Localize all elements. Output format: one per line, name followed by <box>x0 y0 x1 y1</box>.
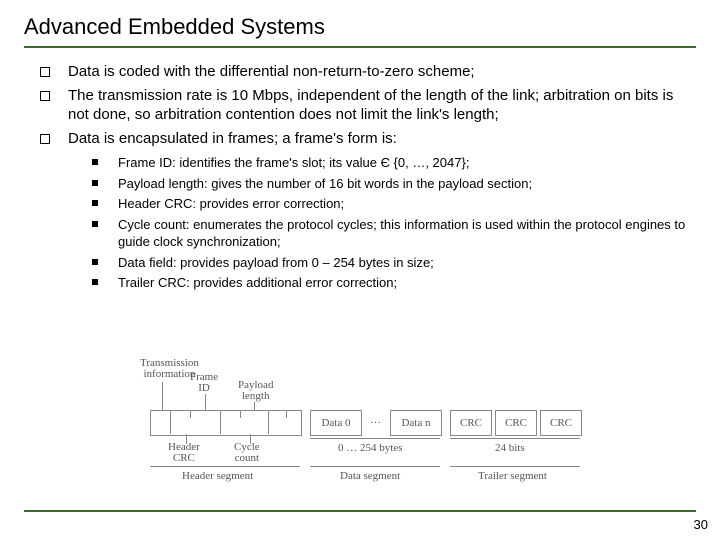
segment-line <box>150 466 300 467</box>
sub-text: Frame ID: identifies the frame's slot; i… <box>118 155 469 170</box>
header-box <box>150 410 302 436</box>
list-item: Data field: provides payload from 0 – 25… <box>92 254 696 272</box>
list-item: The transmission rate is 10 Mbps, indepe… <box>40 86 696 125</box>
cell-data0: Data 0 <box>310 410 362 436</box>
cell-datan: Data n <box>390 410 442 436</box>
label-frame-id: Frame ID <box>190 372 218 394</box>
segment-line <box>450 466 580 467</box>
list-item: Payload length: gives the number of 16 b… <box>92 175 696 193</box>
label-header-crc: Header CRC <box>168 442 200 464</box>
label-24bits: 24 bits <box>495 442 525 454</box>
leader-line <box>205 394 206 410</box>
slide-container: Advanced Embedded Systems Data is coded … <box>0 0 720 540</box>
bullet-text: Data is encapsulated in frames; a frame'… <box>68 130 397 147</box>
list-item: Frame ID: identifies the frame's slot; i… <box>92 154 696 172</box>
frame-diagram: Transmission information Frame ID Payloa… <box>150 380 620 500</box>
list-item: Data is coded with the differential non-… <box>40 62 696 82</box>
list-item: Cycle count: enumerates the protocol cyc… <box>92 216 696 251</box>
cell-crc: CRC <box>540 410 582 436</box>
sub-text: Data field: provides payload from 0 – 25… <box>118 255 434 270</box>
sub-text: Cycle count: enumerates the protocol cyc… <box>118 217 685 250</box>
range-line <box>450 438 580 439</box>
list-item: Trailer CRC: provides additional error c… <box>92 274 696 292</box>
slide-title: Advanced Embedded Systems <box>24 10 696 48</box>
sub-text: Payload length: gives the number of 16 b… <box>118 176 532 191</box>
cell-crc: CRC <box>495 410 537 436</box>
label-trailer-segment: Trailer segment <box>478 470 547 482</box>
tick <box>286 410 287 418</box>
footer-rule <box>24 510 696 512</box>
tick <box>268 410 269 434</box>
label-bytes-range: 0 … 254 bytes <box>338 442 402 454</box>
label-header-segment: Header segment <box>182 470 253 482</box>
segment-line <box>310 466 440 467</box>
label-data-segment: Data segment <box>340 470 400 482</box>
range-line <box>310 438 440 439</box>
cell-crc: CRC <box>450 410 492 436</box>
leader-line <box>162 382 163 410</box>
tick <box>220 410 221 434</box>
tick <box>240 410 241 418</box>
sub-text: Header CRC: provides error correction; <box>118 196 344 211</box>
label-payload-length: Payload length <box>238 380 273 402</box>
bullet-text: Data is coded with the differential non-… <box>68 63 475 80</box>
label-dots: … <box>370 414 381 426</box>
tick <box>170 410 171 434</box>
bullet-text: The transmission rate is 10 Mbps, indepe… <box>68 87 673 124</box>
list-item: Header CRC: provides error correction; <box>92 195 696 213</box>
list-item: Data is encapsulated in frames; a frame'… <box>40 129 696 292</box>
bullet-list: Data is coded with the differential non-… <box>24 62 696 292</box>
leader-line <box>254 402 255 410</box>
sub-text: Trailer CRC: provides additional error c… <box>118 275 397 290</box>
page-number: 30 <box>694 517 708 532</box>
label-cycle-count: Cycle count <box>234 442 260 464</box>
sub-list: Frame ID: identifies the frame's slot; i… <box>68 154 696 292</box>
tick <box>190 410 191 418</box>
